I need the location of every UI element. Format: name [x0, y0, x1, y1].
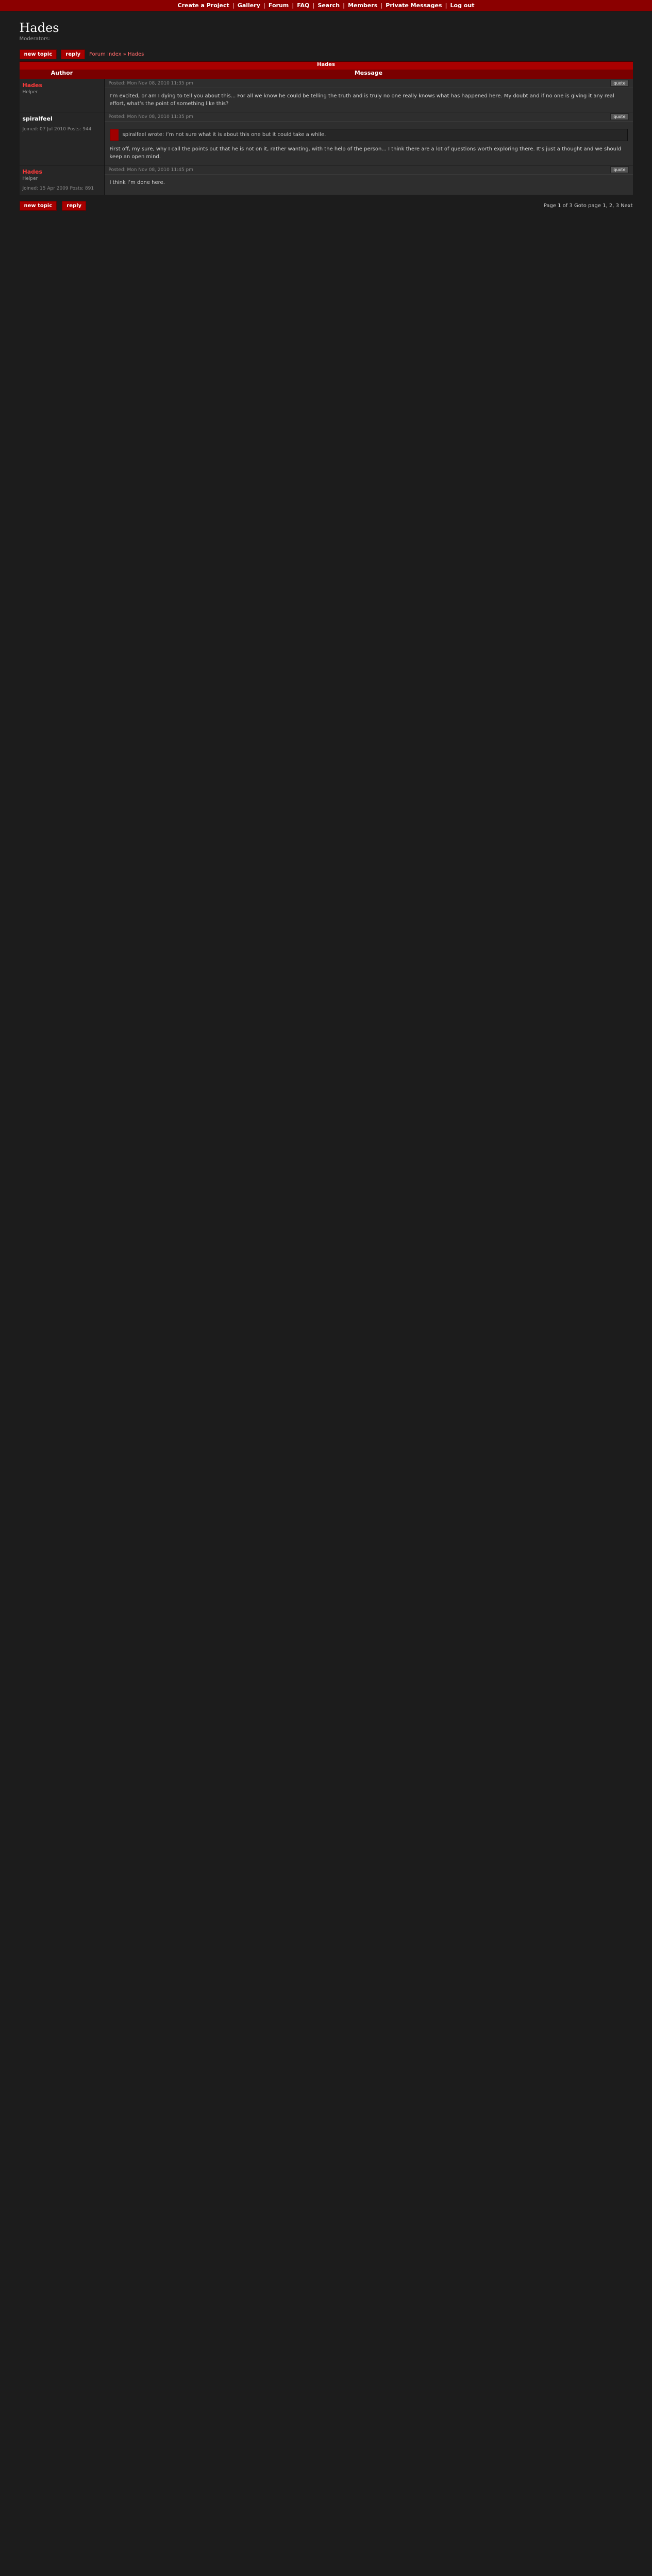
post-date: Posted: Mon Nov 08, 2010 11:45 pm	[108, 167, 193, 173]
post-rank: Helper	[22, 90, 38, 95]
nav-gallery[interactable]: Gallery	[238, 2, 260, 9]
new-topic-button[interactable]: new topic	[19, 49, 57, 59]
reply-button-bottom[interactable]: reply	[62, 200, 87, 211]
quote-text: spiralfeel wrote: I’m not sure what it i…	[122, 132, 326, 138]
post: spiralfeel Joined: 07 Jul 2010 Posts: 94…	[19, 112, 633, 165]
page-title: Hades	[19, 21, 59, 35]
quote-button[interactable]: quote	[610, 166, 629, 173]
quote-button[interactable]: quote	[610, 113, 629, 120]
post: Hades Helper Joined: 15 Apr 2009 Posts: …	[19, 165, 633, 195]
post-date: Posted: Mon Nov 08, 2010 11:35 pm	[108, 114, 193, 120]
quote-block: spiralfeel wrote: I’m not sure what it i…	[109, 129, 628, 141]
nav-forum[interactable]: Forum	[269, 2, 289, 9]
post-list: Hades Helper Posted: Mon Nov 08, 2010 11…	[19, 79, 633, 195]
post-author[interactable]: Hades	[23, 82, 101, 89]
nav-pm[interactable]: Private Messages	[386, 2, 442, 9]
top-nav: Create a Project | Gallery | Forum | FAQ | S…	[0, 0, 652, 11]
pagination[interactable]: Page 1 of 3 Goto page 1, 2, 3 Next	[544, 203, 633, 209]
post: Hades Helper Posted: Mon Nov 08, 2010 11…	[19, 79, 633, 112]
col-message: Message	[354, 70, 383, 76]
nav-search[interactable]: Search	[317, 2, 340, 9]
post-meta: Joined: 15 Apr 2009 Posts: 891	[22, 186, 94, 191]
post-rank: Helper	[22, 176, 38, 181]
new-topic-button-bottom[interactable]: new topic	[19, 200, 57, 211]
thread-title-bar: Hades	[19, 61, 633, 70]
post-body: I think I’m done here.	[109, 180, 165, 185]
breadcrumb[interactable]: Forum Index » Hades	[89, 52, 144, 57]
post-author[interactable]: spiralfeel	[23, 115, 101, 122]
nav-faq[interactable]: FAQ	[297, 2, 309, 9]
post-meta: Joined: 07 Jul 2010 Posts: 944	[22, 127, 92, 132]
nav-logout[interactable]: Log out	[450, 2, 475, 9]
quote-button[interactable]: quote	[610, 80, 629, 87]
post-body: I’m excited, or am I dying to tell you a…	[109, 93, 614, 107]
nav-create[interactable]: Create a Project	[178, 2, 229, 9]
col-author: Author	[51, 70, 73, 76]
reply-button[interactable]: reply	[61, 49, 86, 59]
moderators-line: Moderators:	[19, 36, 51, 42]
post-body: First off, my sure, why I call the point…	[109, 146, 622, 160]
post-date: Posted: Mon Nov 08, 2010 11:35 pm	[108, 80, 193, 86]
nav-members[interactable]: Members	[348, 2, 377, 9]
post-author[interactable]: Hades	[23, 168, 101, 175]
